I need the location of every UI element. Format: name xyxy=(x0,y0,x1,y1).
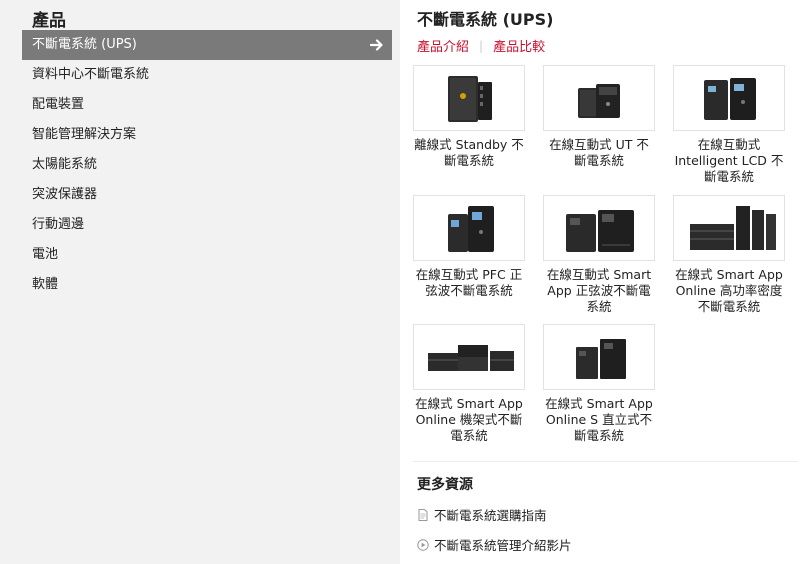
product-card-label: 在線互動式 PFC 正弦波不斷電系統 xyxy=(415,267,523,298)
product-card-label: 在線式 Smart App Online 機架式不斷電系統 xyxy=(415,396,523,443)
smart-app-online-s-tower-ups-image xyxy=(543,324,655,390)
product-card-intelligent-lcd[interactable]: 在線互動式 Intelligent LCD 不斷電系統 xyxy=(673,65,785,185)
product-sidebar: 產品 不斷電系統 (UPS) 資料中心不斷電系統 配電裝置 智能管理解決方案 太… xyxy=(0,0,400,564)
arrow-right-icon xyxy=(370,39,383,51)
tab-product-compare[interactable]: 產品比較 xyxy=(493,36,545,55)
product-card-label: 在線互動式 UT 不斷電系統 xyxy=(549,137,649,168)
sidebar-item-management[interactable]: 智能管理解決方案 xyxy=(22,120,392,150)
sidebar-item-software[interactable]: 軟體 xyxy=(22,270,392,300)
product-card-label: 在線式 Smart App Online 高功率密度不斷電系統 xyxy=(675,267,783,314)
sidebar-item-pdu[interactable]: 配電裝置 xyxy=(22,90,392,120)
sidebar-title: 產品 xyxy=(32,11,66,31)
smart-app-online-rackmount-ups-image xyxy=(413,324,525,390)
sidebar-item-mobile[interactable]: 行動週邊 xyxy=(22,210,392,240)
sidebar-item-label: 太陽能系統 xyxy=(32,157,98,172)
sidebar-item-battery[interactable]: 電池 xyxy=(22,240,392,270)
product-card-label: 在線式 Smart App Online S 直立式不斷電系統 xyxy=(545,396,653,443)
section-divider xyxy=(413,461,798,462)
tab-separator: | xyxy=(479,38,484,53)
resource-label: 不斷電系統管理介紹影片 xyxy=(434,538,572,553)
product-card-label: 在線互動式 Intelligent LCD 不斷電系統 xyxy=(674,137,784,184)
document-icon xyxy=(418,508,428,521)
sidebar-item-label: 突波保護器 xyxy=(32,187,98,202)
product-card-smart-app-online-high-density[interactable]: 在線式 Smart App Online 高功率密度不斷電系統 xyxy=(673,195,785,315)
intelligent-lcd-ups-image xyxy=(673,65,785,131)
sidebar-item-label: 軟體 xyxy=(32,277,59,292)
product-card-label: 在線互動式 Smart App 正弦波不斷電系統 xyxy=(546,267,652,314)
page-title: 不斷電系統 (UPS) xyxy=(417,10,554,29)
product-card-pfc[interactable]: 在線互動式 PFC 正弦波不斷電系統 xyxy=(413,195,525,299)
sidebar-item-label: 智能管理解決方案 xyxy=(32,127,137,142)
product-card-standby[interactable]: 離線式 Standby 不斷電系統 xyxy=(413,65,525,169)
sidebar-item-datacenter-ups[interactable]: 資料中心不斷電系統 xyxy=(22,60,392,90)
play-icon xyxy=(417,538,429,551)
ut-ups-image xyxy=(543,65,655,131)
category-menu: 不斷電系統 (UPS) 資料中心不斷電系統 配電裝置 智能管理解決方案 太陽能系… xyxy=(22,30,392,300)
sidebar-item-solar[interactable]: 太陽能系統 xyxy=(22,150,392,180)
tab-product-intro[interactable]: 產品介紹 xyxy=(417,36,469,55)
more-resources-title: 更多資源 xyxy=(417,477,473,493)
sidebar-item-label: 不斷電系統 (UPS) xyxy=(32,37,137,52)
pfc-ups-image xyxy=(413,195,525,261)
standby-ups-image xyxy=(413,65,525,131)
sidebar-item-surge[interactable]: 突波保護器 xyxy=(22,180,392,210)
sidebar-item-label: 行動週邊 xyxy=(32,217,85,232)
main-content: 不斷電系統 (UPS) 產品介紹 | 產品比較 離線式 Standby 不斷電系… xyxy=(413,0,800,564)
product-card-smart-app-online-rackmount[interactable]: 在線式 Smart App Online 機架式不斷電系統 xyxy=(413,324,525,444)
smart-app-sinewave-ups-image xyxy=(543,195,655,261)
smart-app-online-high-density-ups-image xyxy=(673,195,785,261)
resource-link-buying-guide[interactable]: 不斷電系統選購指南 xyxy=(417,505,547,524)
product-card-label: 離線式 Standby 不斷電系統 xyxy=(414,137,524,168)
sidebar-item-ups[interactable]: 不斷電系統 (UPS) xyxy=(22,30,392,60)
sidebar-item-label: 資料中心不斷電系統 xyxy=(32,67,150,82)
resource-link-management-video[interactable]: 不斷電系統管理介紹影片 xyxy=(417,535,572,554)
sidebar-item-label: 電池 xyxy=(32,247,59,262)
sidebar-item-label: 配電裝置 xyxy=(32,97,85,112)
resource-label: 不斷電系統選購指南 xyxy=(434,508,547,523)
tab-bar: 產品介紹 | 產品比較 xyxy=(417,36,545,56)
product-card-smart-app-online-s-tower[interactable]: 在線式 Smart App Online S 直立式不斷電系統 xyxy=(543,324,655,444)
product-card-ut[interactable]: 在線互動式 UT 不斷電系統 xyxy=(543,65,655,169)
product-card-smart-app-sinewave[interactable]: 在線互動式 Smart App 正弦波不斷電系統 xyxy=(543,195,655,315)
